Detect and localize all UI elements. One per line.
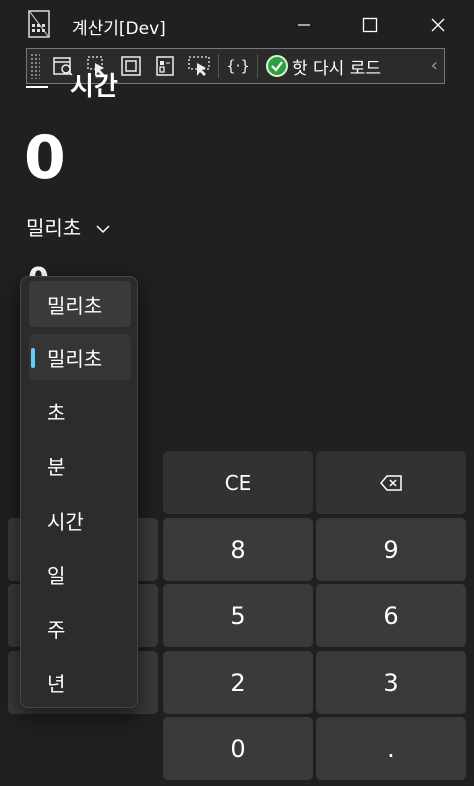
toolbar-separator xyxy=(257,54,258,78)
digit-5-button[interactable]: 5 xyxy=(163,584,313,647)
hot-reload-status[interactable]: 핫 다시 로드 xyxy=(266,54,381,79)
unit-option-days[interactable]: 일 xyxy=(29,551,131,597)
input-unit-selector[interactable]: 밀리초 xyxy=(26,212,111,241)
unit-option-years[interactable]: 년 xyxy=(29,659,131,705)
display-layout-adorners-button[interactable] xyxy=(114,51,148,81)
clear-entry-button[interactable]: CE xyxy=(163,451,313,514)
digit-3-button[interactable]: 3 xyxy=(316,651,466,714)
window-title: 계산기[Dev] xyxy=(72,19,166,39)
digit-9-button[interactable]: 9 xyxy=(316,518,466,581)
binding-failures-button[interactable]: {·} xyxy=(221,51,255,81)
collapse-toolbar-icon[interactable]: ‹ xyxy=(431,55,438,76)
chevron-down-icon xyxy=(95,215,111,239)
unit-option-minutes[interactable]: 분 xyxy=(29,442,131,488)
calculator-app-icon xyxy=(28,10,50,38)
minimize-button[interactable] xyxy=(270,0,338,50)
digit-0-button[interactable]: 0 xyxy=(163,717,313,780)
page-title: 시간 xyxy=(70,72,118,102)
binding-failures-icon: {·} xyxy=(226,57,250,75)
toolbar-grip-handle[interactable] xyxy=(30,53,40,79)
track-focused-element-button[interactable] xyxy=(148,51,182,81)
minimize-icon xyxy=(298,24,310,26)
decimal-point-button[interactable]: . xyxy=(316,717,466,780)
unit-option-milliseconds[interactable]: 밀리초 xyxy=(29,281,131,327)
layout-adorner-icon xyxy=(121,56,141,76)
maximize-button[interactable] xyxy=(336,0,404,50)
hot-reload-label: 핫 다시 로드 xyxy=(292,58,382,79)
unit-option-hours[interactable]: 시간 xyxy=(29,497,131,543)
hamburger-menu-icon[interactable] xyxy=(26,86,48,88)
close-icon xyxy=(431,18,445,32)
input-unit-label: 밀리초 xyxy=(26,216,82,240)
unit-dropdown-list: 밀리초 밀리초 초 분 시간 일 주 년 xyxy=(20,276,138,708)
title-bar: 계산기[Dev] xyxy=(0,0,474,50)
digit-6-button[interactable]: 6 xyxy=(316,584,466,647)
unit-option-milliseconds-selected[interactable]: 밀리초 xyxy=(29,334,131,380)
digit-2-button[interactable]: 2 xyxy=(163,651,313,714)
svg-text:{·}: {·} xyxy=(226,57,250,75)
backspace-icon xyxy=(380,474,402,491)
backspace-button[interactable] xyxy=(316,451,466,514)
input-value-display[interactable]: 0 xyxy=(24,128,66,188)
toolbar-separator xyxy=(218,54,219,78)
digit-8-button[interactable]: 8 xyxy=(163,518,313,581)
track-focus-icon xyxy=(156,56,174,76)
preview-selection-button[interactable] xyxy=(182,51,216,81)
preview-selection-icon xyxy=(188,56,210,76)
checkmark-icon xyxy=(266,55,288,77)
maximize-icon xyxy=(362,17,378,33)
unit-option-seconds[interactable]: 초 xyxy=(29,388,131,434)
unit-option-weeks[interactable]: 주 xyxy=(29,605,131,651)
close-button[interactable] xyxy=(404,0,472,50)
